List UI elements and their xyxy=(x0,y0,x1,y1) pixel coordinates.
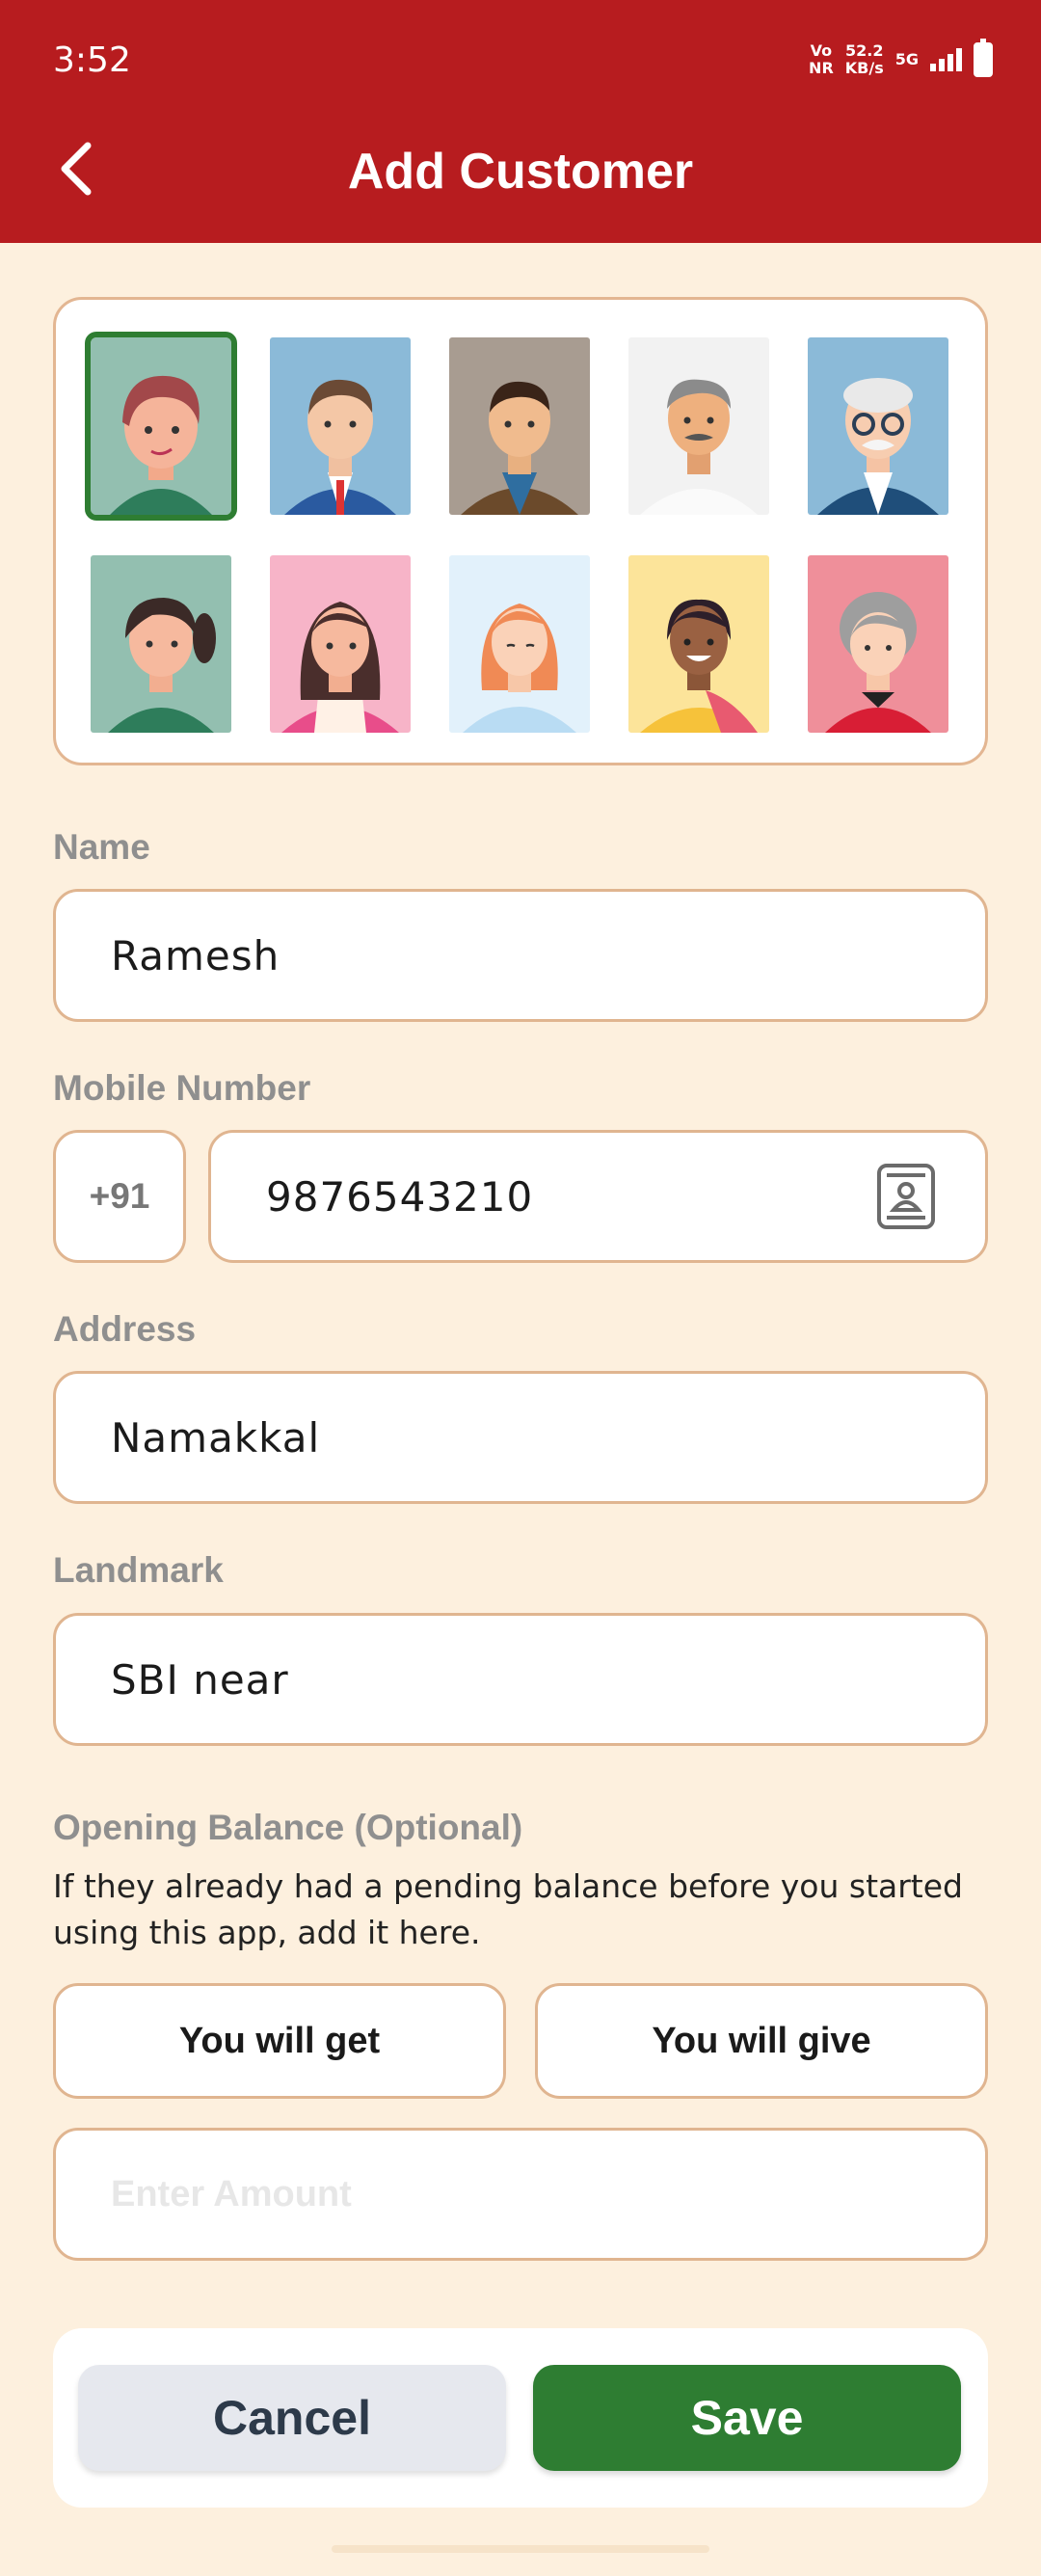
avatar-elderly-man-mustache[interactable] xyxy=(628,337,769,515)
contact-book-icon[interactable] xyxy=(877,1164,935,1229)
avatar-woman-saree[interactable] xyxy=(628,555,769,733)
avatar-man-jacket[interactable] xyxy=(449,337,590,515)
mobile-value: 9876543210 xyxy=(266,1172,534,1221)
battery-icon xyxy=(974,39,993,77)
avatar-woman-red-hair[interactable] xyxy=(449,555,590,733)
network-type: Vo NR xyxy=(809,41,834,77)
avatar-girl-ponytail[interactable] xyxy=(91,555,231,733)
avatar-man-tie[interactable] xyxy=(270,337,411,515)
amount-placeholder: Enter Amount xyxy=(111,2173,352,2214)
address-value: Namakkal xyxy=(111,1413,321,1462)
landmark-label: Landmark xyxy=(53,1550,224,1590)
avatar-picker xyxy=(53,297,988,765)
country-code-field[interactable]: +91 xyxy=(53,1130,186,1263)
status-icons: Vo NR 52.2 KB/s 5G xyxy=(809,39,993,77)
mobile-field[interactable]: 9876543210 xyxy=(208,1130,988,1263)
action-footer: Cancel Save xyxy=(53,2328,988,2508)
landmark-value: SBI near xyxy=(111,1655,289,1704)
amount-field[interactable]: Enter Amount xyxy=(53,2128,988,2261)
cancel-button[interactable]: Cancel xyxy=(78,2365,506,2471)
address-field[interactable]: Namakkal xyxy=(53,1371,988,1504)
country-code: +91 xyxy=(89,1176,150,1216)
you-will-get-button[interactable]: You will get xyxy=(53,1983,506,2099)
landmark-field[interactable]: SBI near xyxy=(53,1613,988,1746)
app-bar: 3:52 Vo NR 52.2 KB/s 5G Add Customer xyxy=(0,0,1041,243)
avatar-elderly-man-glasses[interactable] xyxy=(808,337,948,515)
name-value: Ramesh xyxy=(111,931,280,979)
avatar-elderly-woman[interactable] xyxy=(808,555,948,733)
avatar-boy[interactable] xyxy=(85,332,237,521)
avatar-woman-long-hair[interactable] xyxy=(270,555,411,733)
opening-balance-label: Opening Balance (Optional) xyxy=(53,1808,523,1847)
signal-icon xyxy=(930,48,962,71)
you-will-give-button[interactable]: You will give xyxy=(535,1983,988,2099)
page-title: Add Customer xyxy=(347,144,694,200)
save-button[interactable]: Save xyxy=(533,2365,961,2471)
address-label: Address xyxy=(53,1309,197,1349)
network-speed: 52.2 KB/s xyxy=(844,41,884,77)
name-label: Name xyxy=(53,827,150,867)
mobile-label: Mobile Number xyxy=(53,1068,311,1108)
status-time: 3:52 xyxy=(53,40,131,80)
opening-balance-helper: If they already had a pending balance be… xyxy=(53,1867,963,1951)
signal-label: 5G xyxy=(894,50,919,68)
home-indicator[interactable] xyxy=(332,2545,709,2553)
name-field[interactable]: Ramesh xyxy=(53,889,988,1022)
